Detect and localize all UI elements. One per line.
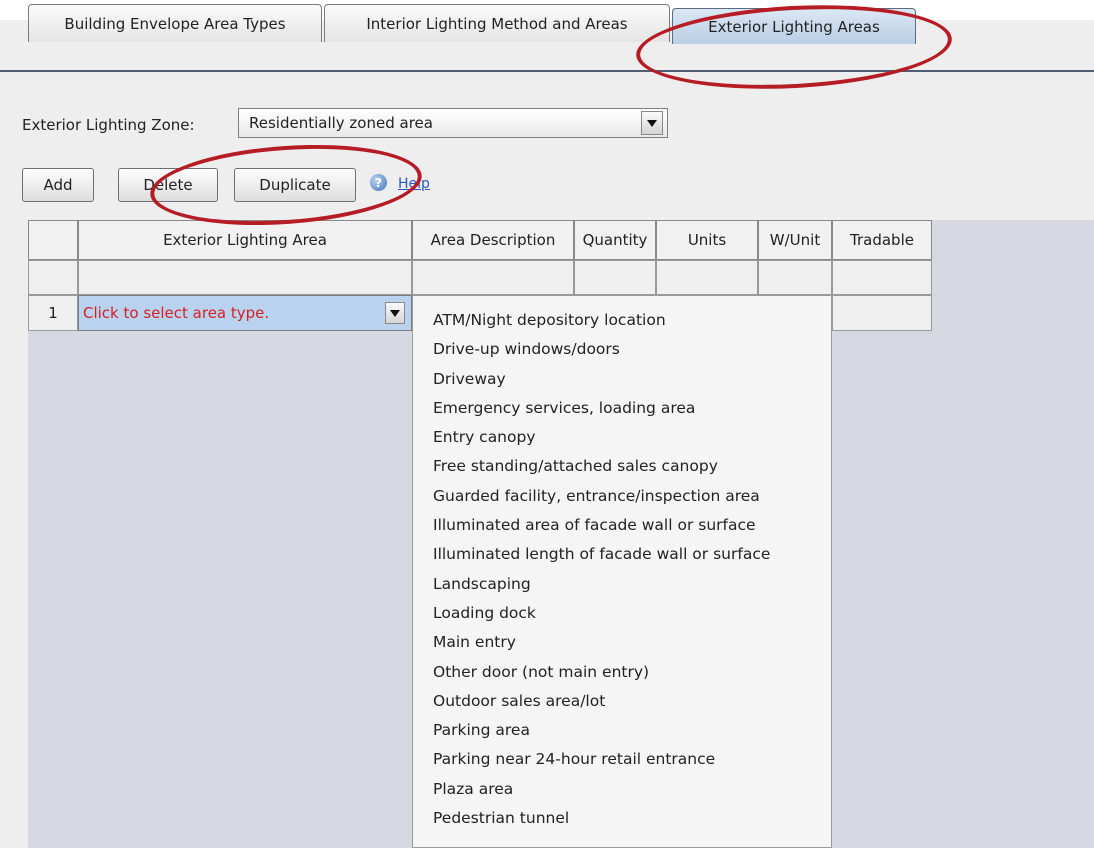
dropdown-option[interactable]: Outdoor sales area/lot — [413, 687, 831, 716]
column-header-quantity[interactable]: Quantity — [574, 220, 656, 260]
table-corner-header — [28, 220, 78, 260]
tab-label: Interior Lighting Method and Areas — [366, 14, 628, 33]
tab-building-envelope-area-types[interactable]: Building Envelope Area Types — [28, 4, 322, 42]
dropdown-option[interactable]: Landscaping — [413, 570, 831, 599]
help-icon[interactable]: ? — [370, 174, 387, 191]
tab-underline — [0, 70, 1094, 72]
tab-label: Building Envelope Area Types — [64, 14, 286, 33]
zone-select-value: Residentially zoned area — [249, 114, 433, 132]
duplicate-button[interactable]: Duplicate — [234, 168, 356, 202]
dropdown-option[interactable]: Illuminated length of facade wall or sur… — [413, 540, 831, 569]
dropdown-option[interactable]: Plaza area — [413, 775, 831, 804]
dropdown-option[interactable]: Emergency services, loading area — [413, 394, 831, 423]
tab-exterior-lighting-areas[interactable]: Exterior Lighting Areas — [672, 8, 916, 44]
tab-interior-lighting-method[interactable]: Interior Lighting Method and Areas — [324, 4, 670, 42]
zone-label: Exterior Lighting Zone: — [22, 116, 195, 134]
table-cell[interactable] — [78, 260, 412, 295]
table-cell[interactable] — [412, 260, 574, 295]
add-button[interactable]: Add — [22, 168, 94, 202]
area-type-placeholder: Click to select area type. — [83, 304, 270, 322]
table-cell — [28, 260, 78, 295]
dropdown-option[interactable]: Parking area — [413, 716, 831, 745]
column-header-tradable[interactable]: Tradable — [832, 220, 932, 260]
column-header-area-description[interactable]: Area Description — [412, 220, 574, 260]
dropdown-option[interactable]: Entry canopy — [413, 423, 831, 452]
row-number: 1 — [28, 295, 78, 331]
zone-select[interactable]: Residentially zoned area — [238, 108, 668, 138]
area-type-select[interactable]: Click to select area type. — [78, 295, 412, 331]
chevron-down-icon[interactable] — [385, 302, 405, 324]
delete-button[interactable]: Delete — [118, 168, 218, 202]
dropdown-option[interactable]: Guarded facility, entrance/inspection ar… — [413, 482, 831, 511]
dropdown-option[interactable]: Main entry — [413, 628, 831, 657]
dropdown-option[interactable]: Pedestrian tunnel — [413, 804, 831, 833]
table-cell[interactable] — [574, 260, 656, 295]
column-header-w-unit[interactable]: W/Unit — [758, 220, 832, 260]
dropdown-option[interactable]: Free standing/attached sales canopy — [413, 452, 831, 481]
tradable-cell[interactable] — [832, 295, 932, 331]
table-cell[interactable] — [656, 260, 758, 295]
dropdown-option[interactable]: Drive-up windows/doors — [413, 335, 831, 364]
dropdown-option[interactable]: Loading dock — [413, 599, 831, 628]
table-cell[interactable] — [832, 260, 932, 295]
column-header-exterior-lighting-area[interactable]: Exterior Lighting Area — [78, 220, 412, 260]
dropdown-option[interactable]: ATM/Night depository location — [413, 306, 831, 335]
table-cell[interactable] — [758, 260, 832, 295]
dropdown-option[interactable]: Illuminated area of facade wall or surfa… — [413, 511, 831, 540]
dropdown-option[interactable]: Driveway — [413, 365, 831, 394]
help-link[interactable]: Help — [398, 176, 430, 192]
column-header-units[interactable]: Units — [656, 220, 758, 260]
chevron-down-icon[interactable] — [641, 111, 663, 135]
dropdown-option[interactable]: Other door (not main entry) — [413, 658, 831, 687]
tab-label: Exterior Lighting Areas — [708, 17, 880, 36]
area-type-dropdown-list[interactable]: ATM/Night depository location Drive-up w… — [412, 295, 832, 848]
dropdown-option[interactable]: Parking near 24-hour retail entrance — [413, 745, 831, 774]
